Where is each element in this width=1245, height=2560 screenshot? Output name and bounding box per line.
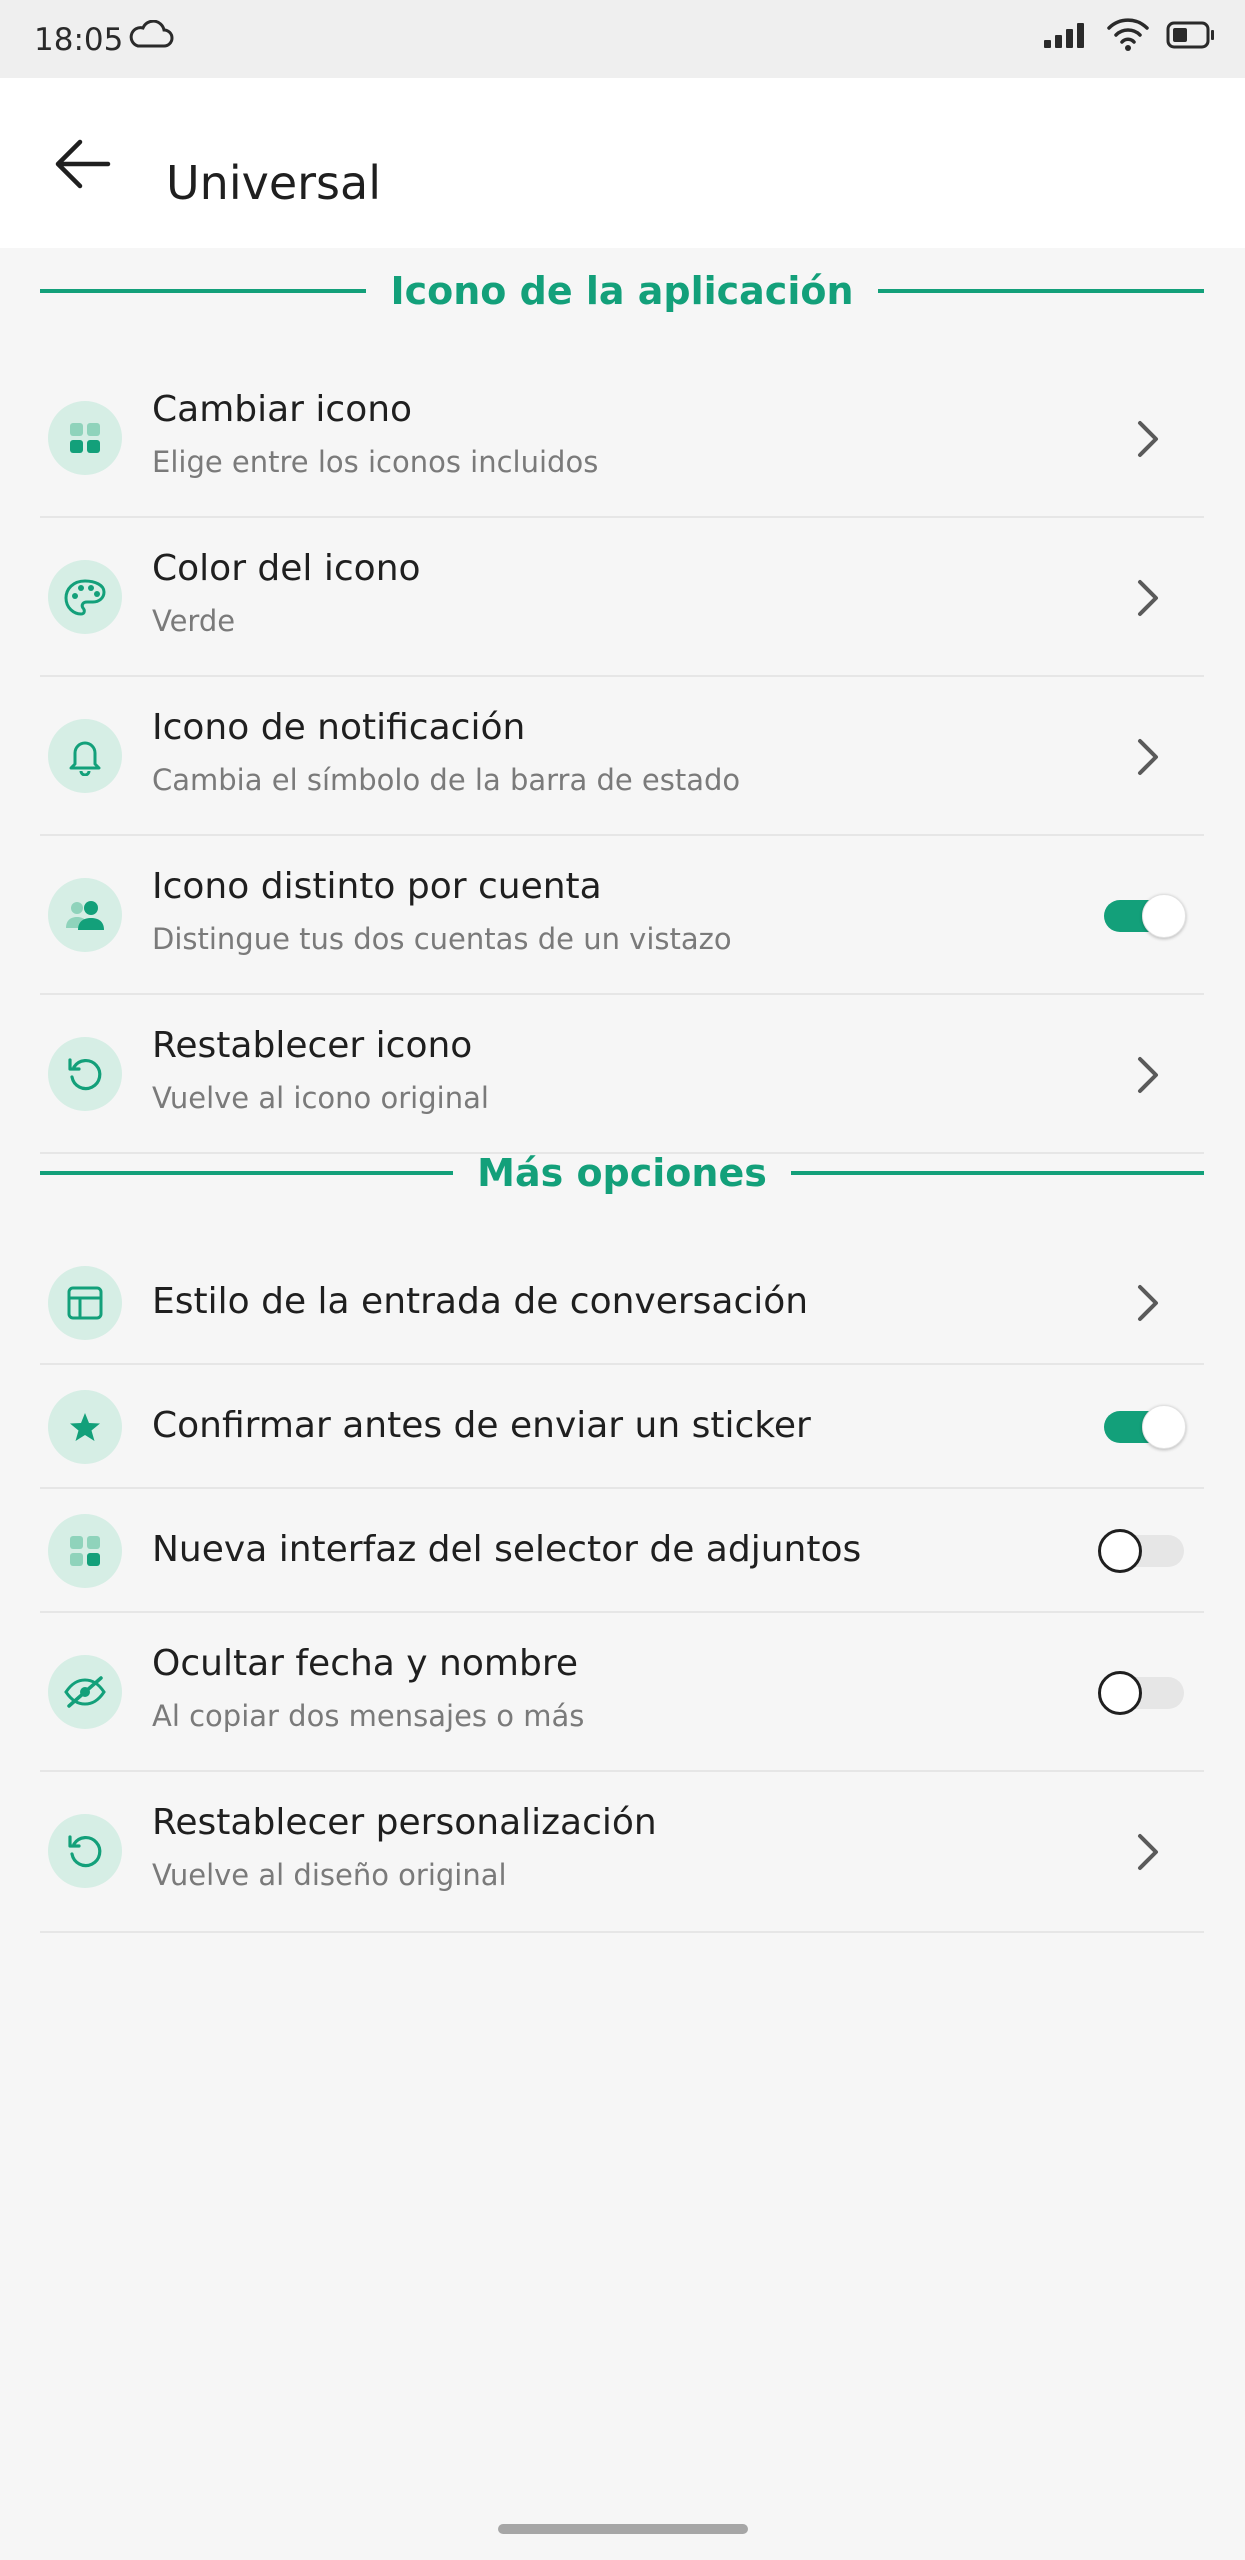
section-title: Más opciones xyxy=(477,1151,767,1195)
section-header-app-icon: Icono de la aplicación xyxy=(40,263,1205,319)
people-icon xyxy=(48,878,122,952)
palette-icon xyxy=(48,560,122,634)
setting-subtitle: Distingue tus dos cuentas de un vistazo xyxy=(152,922,732,956)
toggle-knob xyxy=(1142,1405,1186,1449)
setting-conversation-entry-style[interactable]: Estilo de la entrada de conversación xyxy=(40,1241,1204,1365)
setting-subtitle: Vuelve al diseño original xyxy=(152,1858,507,1892)
setting-change-icon[interactable]: Cambiar icono Elige entre los iconos inc… xyxy=(40,359,1204,518)
setting-reset-icon[interactable]: Restablecer icono Vuelve al icono origin… xyxy=(40,995,1204,1154)
setting-title: Cambiar icono xyxy=(152,389,413,430)
setting-title: Icono distinto por cuenta xyxy=(152,866,602,907)
hide-date-name-toggle[interactable] xyxy=(1098,1671,1188,1715)
setting-icon-per-account[interactable]: Icono distinto por cuenta Distingue tus … xyxy=(40,836,1204,995)
chevron-right-icon xyxy=(1128,419,1168,459)
setting-notification-icon[interactable]: Icono de notificación Cambia el símbolo … xyxy=(40,677,1204,836)
setting-title: Restablecer personalización xyxy=(152,1802,657,1843)
arrow-left-icon xyxy=(55,139,111,189)
setting-title: Nueva interfaz del selector de adjuntos xyxy=(152,1529,862,1570)
divider xyxy=(877,289,1205,293)
divider xyxy=(40,1171,454,1175)
status-time: 18:05 xyxy=(34,22,124,58)
toggle-knob xyxy=(1142,894,1186,938)
setting-title: Icono de notificación xyxy=(152,707,526,748)
setting-subtitle: Vuelve al icono original xyxy=(152,1081,489,1115)
section-header-more-options: Más opciones xyxy=(40,1145,1204,1201)
home-indicator[interactable] xyxy=(498,2524,748,2534)
divider xyxy=(790,1171,1204,1175)
setting-title: Estilo de la entrada de conversación xyxy=(152,1281,809,1322)
status-bar: 18:05 xyxy=(0,0,1245,78)
chevron-right-icon xyxy=(1128,578,1168,618)
section-title: Icono de la aplicación xyxy=(390,269,854,313)
star-icon xyxy=(48,1390,122,1464)
eye-off-icon xyxy=(48,1655,122,1729)
confirm-sticker-toggle[interactable] xyxy=(1098,1405,1188,1449)
wifi-icon xyxy=(1106,16,1150,56)
setting-title: Restablecer icono xyxy=(152,1025,473,1066)
setting-subtitle: Elige entre los iconos incluidos xyxy=(152,445,599,479)
layout-icon xyxy=(48,1266,122,1340)
setting-new-attachment-picker[interactable]: Nueva interfaz del selector de adjuntos xyxy=(40,1489,1204,1613)
setting-subtitle: Verde xyxy=(152,604,236,638)
cloud-icon xyxy=(128,19,174,54)
setting-subtitle: Cambia el símbolo de la barra de estado xyxy=(152,763,741,797)
toggle-knob xyxy=(1098,1671,1142,1715)
setting-subtitle: Al copiar dos mensajes o más xyxy=(152,1699,585,1733)
battery-icon xyxy=(1166,20,1216,54)
icon-per-account-toggle[interactable] xyxy=(1098,894,1188,938)
grid-icon xyxy=(48,1514,122,1588)
setting-icon-color[interactable]: Color del icono Verde xyxy=(40,518,1204,677)
reset-icon xyxy=(48,1814,122,1888)
page-title: Universal xyxy=(166,156,381,210)
signal-icon xyxy=(1042,20,1090,54)
toggle-knob xyxy=(1098,1529,1142,1573)
setting-title: Color del icono xyxy=(152,548,421,589)
chevron-right-icon xyxy=(1128,1832,1168,1872)
reset-icon xyxy=(48,1037,122,1111)
setting-title: Confirmar antes de enviar un sticker xyxy=(152,1405,811,1446)
setting-reset-customization[interactable]: Restablecer personalización Vuelve al di… xyxy=(40,1772,1204,1933)
setting-title: Ocultar fecha y nombre xyxy=(152,1643,578,1684)
bell-icon xyxy=(48,719,122,793)
setting-hide-date-name[interactable]: Ocultar fecha y nombre Al copiar dos men… xyxy=(40,1613,1204,1772)
chevron-right-icon xyxy=(1128,737,1168,777)
chevron-right-icon xyxy=(1128,1055,1168,1095)
grid-icon xyxy=(48,401,122,475)
setting-confirm-sticker[interactable]: Confirmar antes de enviar un sticker xyxy=(40,1365,1204,1489)
back-button[interactable] xyxy=(44,126,120,202)
chevron-right-icon xyxy=(1128,1283,1168,1323)
app-bar: Universal xyxy=(0,78,1245,248)
attachment-picker-toggle[interactable] xyxy=(1098,1529,1188,1573)
divider xyxy=(40,289,367,293)
